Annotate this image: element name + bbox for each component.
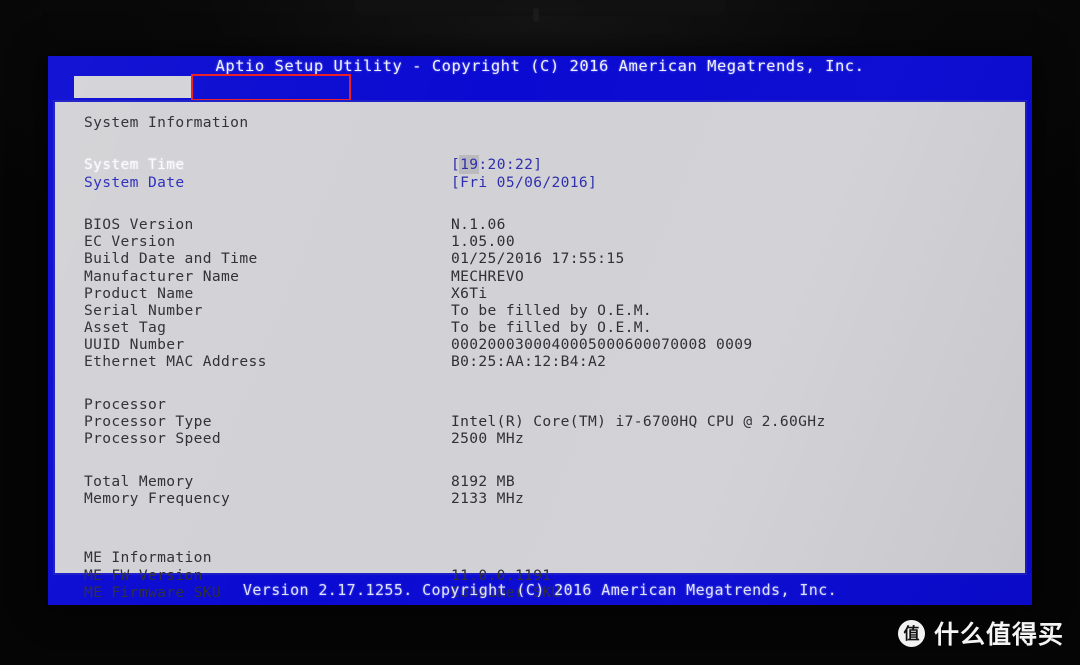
serial-number-label: Serial Number — [84, 301, 203, 319]
content-panel: System Information System Time [19:20:22… — [53, 100, 1027, 601]
system-date-value[interactable]: [Fri 05/06/2016] — [451, 174, 597, 191]
watermark-badge-icon: 值 — [897, 619, 925, 647]
watermark-text: 什么值得买 — [933, 620, 1064, 649]
tab-boot[interactable]: Boot — [508, 76, 626, 118]
processor-heading-label: Processor — [84, 395, 167, 413]
total-memory-value: 8192 MB — [451, 472, 515, 490]
uuid-number-value: 0002000300040005000600070008 0009 — [451, 336, 753, 354]
footer-version-text: Version 2.17.1255. Copyright (C) 2016 Am… — [242, 581, 838, 599]
memory-frequency-value: 2133 MHz — [451, 489, 525, 507]
asset-tag-value: To be filled by O.E.M. — [451, 319, 652, 337]
page-title: Aptio Setup Utility - Copyright (C) 2016… — [215, 57, 865, 75]
row-processor-speed: Processor Speed 2500 MHz — [55, 430, 1025, 447]
processor-type-value: Intel(R) Core(TM) i7-6700HQ CPU @ 2.60GH… — [451, 413, 826, 430]
row-manufacturer-name: Manufacturer Name MECHREVO — [55, 268, 1025, 285]
ec-version-label: EC Version — [84, 233, 176, 251]
row-system-time[interactable]: System Time [19:20:22] — [55, 156, 1025, 174]
tab-advanced[interactable]: Advanced — [191, 74, 351, 118]
product-name-label: Product Name — [84, 284, 194, 302]
bios-screen: Aptio Setup Utility - Copyright (C) 2016… — [48, 56, 1032, 605]
bezel-webcam-dot — [533, 8, 539, 22]
row-asset-tag: Asset Tag To be filled by O.E.M. — [55, 319, 1025, 336]
processor-speed-label: Processor Speed — [84, 430, 222, 448]
section-heading-system-information: System Information — [55, 114, 1025, 131]
system-time-label: System Time — [84, 156, 185, 174]
bios-version-value: N.1.06 — [451, 215, 506, 233]
processor-type-label: Processor Type — [84, 413, 212, 430]
tab-security[interactable]: Security — [350, 76, 508, 118]
section-heading-processor: Processor — [55, 396, 1025, 413]
uuid-number-label: UUID Number — [84, 336, 185, 354]
system-time-rest: :20:22] — [478, 156, 543, 174]
bracket-open: [ — [451, 156, 461, 174]
bezel-hinge-shadow — [355, 0, 725, 16]
system-time-value[interactable]: [19:20:22] — [451, 156, 543, 174]
row-ethernet-mac-address: Ethernet MAC Address B0:25:AA:12:B4:A2 — [55, 353, 1025, 370]
row-processor-type: Processor Type Intel(R) Core(TM) i7-6700… — [55, 413, 1025, 430]
system-time-hour-field[interactable]: 19 — [460, 156, 479, 174]
build-date-and-time-label: Build Date and Time — [84, 250, 258, 268]
build-date-and-time-value: 01/25/2016 17:55:15 — [451, 250, 625, 268]
system-date-label: System Date — [84, 173, 185, 191]
me-information-heading-label: ME Information — [84, 549, 212, 567]
processor-speed-value: 2500 MHz — [451, 430, 525, 448]
serial-number-value: To be filled by O.E.M. — [451, 301, 652, 319]
memory-frequency-label: Memory Frequency — [84, 489, 231, 507]
manufacturer-name-value: MECHREVO — [451, 267, 525, 285]
menu-tab-bar: Main Advanced Security Boot Exit — [48, 74, 1032, 118]
section-heading-label: System Information — [84, 114, 249, 131]
total-memory-label: Total Memory — [84, 472, 194, 490]
manufacturer-name-label: Manufacturer Name — [84, 267, 240, 285]
row-build-date-and-time: Build Date and Time 01/25/2016 17:55:15 — [55, 250, 1025, 267]
row-ec-version: EC Version 1.05.00 — [55, 233, 1025, 250]
ec-version-value: 1.05.00 — [451, 233, 515, 251]
tab-main[interactable]: Main — [74, 76, 193, 118]
ethernet-mac-address-value: B0:25:AA:12:B4:A2 — [451, 353, 607, 371]
ethernet-mac-address-label: Ethernet MAC Address — [84, 353, 267, 371]
row-memory-frequency: Memory Frequency 2133 MHz — [55, 490, 1025, 507]
watermark: 值 什么值得买 — [897, 615, 1064, 651]
row-system-date[interactable]: System Date [Fri 05/06/2016] — [55, 174, 1025, 191]
row-product-name: Product Name X6Ti — [55, 285, 1025, 302]
asset-tag-label: Asset Tag — [84, 319, 167, 337]
row-total-memory: Total Memory 8192 MB — [55, 473, 1025, 490]
row-serial-number: Serial Number To be filled by O.E.M. — [55, 302, 1025, 319]
product-name-value: X6Ti — [451, 284, 488, 302]
row-bios-version: BIOS Version N.1.06 — [55, 216, 1025, 233]
tab-exit[interactable]: Exit — [626, 76, 744, 118]
section-heading-me-information: ME Information — [55, 549, 1025, 566]
bios-version-label: BIOS Version — [84, 215, 194, 233]
row-uuid-number: UUID Number 0002000300040005000600070008… — [55, 336, 1025, 353]
